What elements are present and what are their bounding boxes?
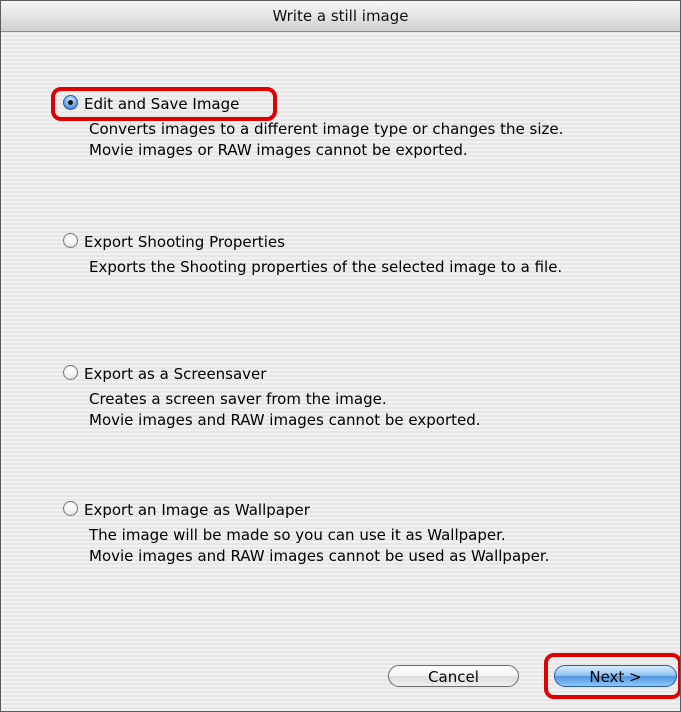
radio-button-icon[interactable]: [63, 501, 78, 516]
radio-label-edit-and-save-image[interactable]: Edit and Save Image: [84, 93, 239, 115]
option-description: Converts images to a different image typ…: [89, 119, 661, 161]
radio-label-export-shooting-properties[interactable]: Export Shooting Properties: [84, 231, 285, 253]
description-line: Exports the Shooting properties of the s…: [89, 258, 563, 276]
radio-row-export-image-as-wallpaper[interactable]: Export an Image as Wallpaper: [61, 499, 661, 521]
description-line: Movie images and RAW images cannot be ex…: [89, 411, 481, 429]
dialog-window: Write a still image Edit and Save Image …: [0, 0, 681, 712]
option-description: Exports the Shooting properties of the s…: [89, 257, 661, 278]
cancel-button[interactable]: Cancel: [388, 665, 519, 687]
option-export-shooting-properties: Export Shooting Properties Exports the S…: [61, 231, 661, 278]
option-edit-and-save-image: Edit and Save Image Converts images to a…: [61, 93, 661, 161]
radio-row-export-as-screensaver[interactable]: Export as a Screensaver: [61, 363, 661, 385]
description-line: Creates a screen saver from the image.: [89, 390, 387, 408]
title-bar: Write a still image: [1, 1, 680, 32]
radio-row-export-shooting-properties[interactable]: Export Shooting Properties: [61, 231, 661, 253]
description-line: Converts images to a different image typ…: [89, 120, 564, 138]
radio-row-edit-and-save-image[interactable]: Edit and Save Image: [61, 93, 661, 115]
radio-label-export-as-screensaver[interactable]: Export as a Screensaver: [84, 363, 266, 385]
option-export-as-screensaver: Export as a Screensaver Creates a screen…: [61, 363, 661, 431]
option-description: The image will be made so you can use it…: [89, 525, 661, 567]
radio-button-selected-icon[interactable]: [63, 95, 78, 110]
window-title: Write a still image: [272, 7, 409, 25]
description-line: Movie images and RAW images cannot be us…: [89, 547, 550, 565]
description-line: Movie images or RAW images cannot be exp…: [89, 141, 468, 159]
radio-button-icon[interactable]: [63, 233, 78, 248]
next-button[interactable]: Next >: [554, 665, 677, 687]
radio-button-icon[interactable]: [63, 365, 78, 380]
option-export-image-as-wallpaper: Export an Image as Wallpaper The image w…: [61, 499, 661, 567]
description-line: The image will be made so you can use it…: [89, 526, 506, 544]
radio-label-export-image-as-wallpaper[interactable]: Export an Image as Wallpaper: [84, 499, 310, 521]
option-description: Creates a screen saver from the image. M…: [89, 389, 661, 431]
